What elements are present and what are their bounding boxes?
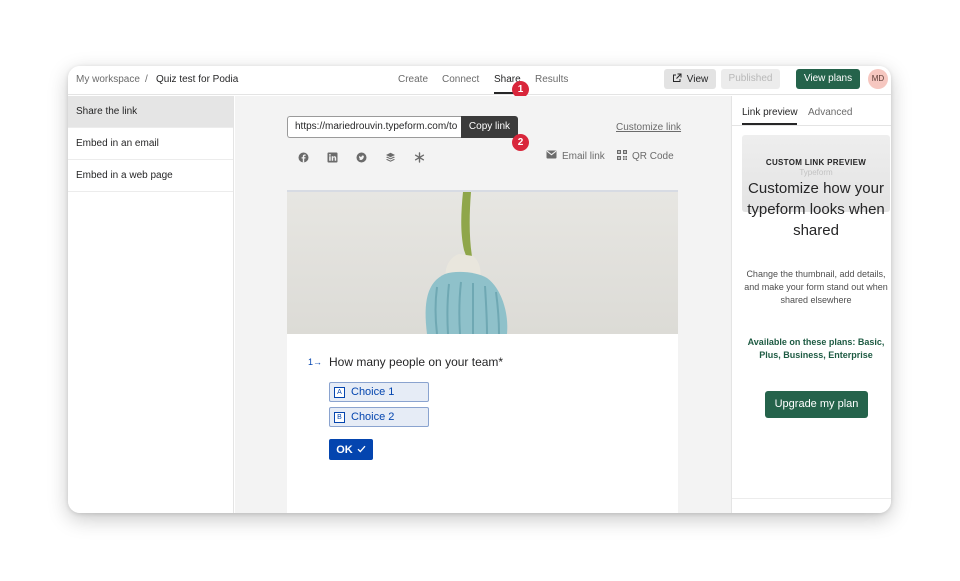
copy-link-button[interactable]: Copy link	[461, 116, 518, 138]
linkedin-icon[interactable]	[324, 150, 340, 164]
upgrade-plan-button[interactable]: Upgrade my plan	[765, 391, 868, 418]
top-bar: My workspace / Quiz test for Podia Creat…	[68, 66, 891, 98]
question-number: 1→	[308, 357, 323, 367]
sidebar-item-embed-email[interactable]: Embed in an email	[68, 128, 233, 160]
choice-option-a[interactable]: A Choice 1	[329, 382, 429, 402]
sidebar-item-share-link[interactable]: Share the link	[68, 96, 233, 128]
ok-button[interactable]: OK	[329, 439, 373, 460]
breadcrumb-workspace[interactable]: My workspace	[76, 74, 140, 85]
qr-code-label: QR Code	[632, 151, 674, 162]
form-cover-image	[287, 192, 678, 334]
view-button-label: View	[686, 73, 709, 85]
breadcrumb-form-title[interactable]: Quiz test for Podia	[156, 74, 238, 85]
share-sidebar: Share the link Embed in an email Embed i…	[68, 96, 234, 513]
tab-results[interactable]: Results	[535, 74, 568, 85]
external-link-icon	[672, 73, 682, 86]
tab-connect[interactable]: Connect	[442, 74, 479, 85]
panel-bottom-divider	[732, 498, 891, 499]
right-panel: Link preview Advanced CUSTOM LINK PREVIE…	[731, 96, 891, 513]
avatar[interactable]: MD	[868, 69, 888, 89]
link-preview-card-brand: Typeform	[799, 168, 833, 177]
qr-code-icon	[617, 150, 627, 163]
form-preview: 1→ How many people on your team* A Choic…	[287, 190, 678, 513]
twitter-icon[interactable]	[353, 150, 369, 164]
view-plans-button[interactable]: View plans	[796, 69, 860, 89]
choice-label: Choice 2	[351, 411, 395, 423]
upsell-description: Change the thumbnail, add details, and m…	[744, 269, 888, 305]
breadcrumb-separator: /	[145, 74, 148, 85]
ok-label: OK	[336, 443, 353, 456]
step-badge-2: 2	[512, 134, 529, 151]
choice-key: B	[334, 411, 345, 423]
view-button[interactable]: View	[664, 69, 716, 89]
email-icon	[546, 150, 557, 162]
qr-code-button[interactable]: QR Code	[617, 150, 674, 163]
link-preview-card-title: CUSTOM LINK PREVIEW	[765, 158, 867, 167]
social-share-icons	[295, 150, 427, 164]
share-content: https://mariedrouvin.typeform.com/to Cop…	[235, 96, 731, 513]
facebook-icon[interactable]	[295, 150, 311, 164]
checkmark-icon	[357, 444, 366, 456]
app-window: My workspace / Quiz test for Podia Creat…	[68, 66, 891, 513]
tab-advanced[interactable]: Advanced	[808, 107, 852, 118]
choice-option-b[interactable]: B Choice 2	[329, 407, 429, 427]
share-url-field[interactable]: https://mariedrouvin.typeform.com/to	[287, 116, 461, 138]
question-text: How many people on your team*	[329, 355, 504, 369]
email-link-label: Email link	[562, 150, 605, 162]
sidebar-item-embed-web-page[interactable]: Embed in a web page	[68, 160, 233, 192]
published-button[interactable]: Published	[721, 69, 780, 89]
choice-label: Choice 1	[351, 386, 395, 398]
upsell-heading: Customize how your typeform looks when s…	[747, 180, 885, 239]
email-link-button[interactable]: Email link	[546, 150, 605, 162]
customize-link[interactable]: Customize link	[616, 122, 681, 133]
buffer-icon[interactable]	[382, 150, 398, 164]
tab-divider	[732, 125, 891, 126]
available-plans-text: Available on these plans: Basic, Plus, B…	[747, 337, 885, 360]
tab-create[interactable]: Create	[398, 74, 428, 85]
tab-link-preview[interactable]: Link preview	[742, 107, 798, 118]
choice-key: A	[334, 386, 345, 398]
asterisk-icon[interactable]	[411, 150, 427, 164]
